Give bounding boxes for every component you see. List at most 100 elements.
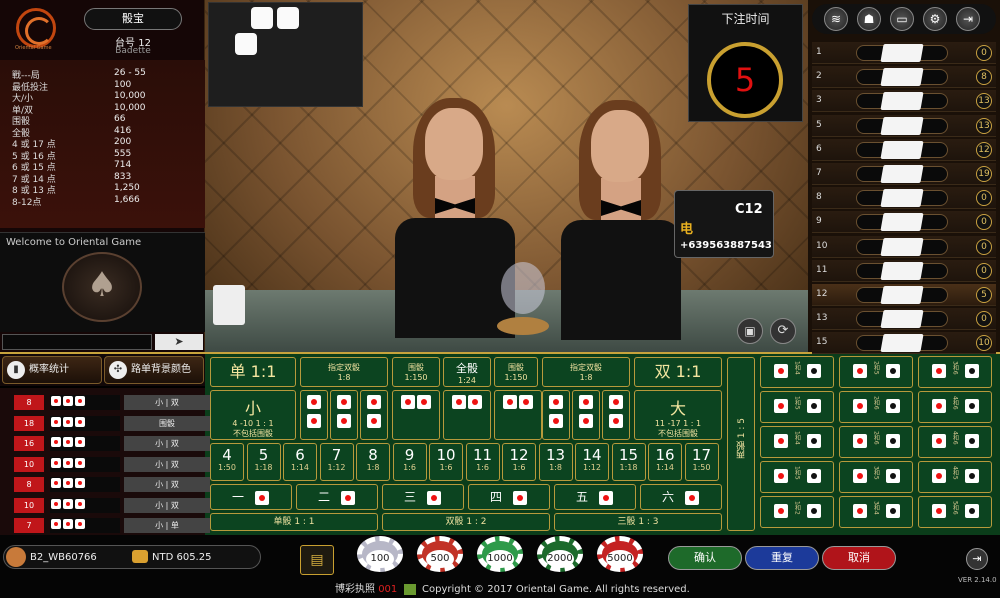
bet-sum-8[interactable]: 8 1:8 (356, 443, 390, 481)
bet-pair[interactable]: 1和4 (760, 356, 834, 388)
bet-dice-combo[interactable] (360, 390, 388, 440)
bet-sum-16[interactable]: 16 1:14 (648, 443, 682, 481)
chat-input[interactable] (2, 334, 152, 350)
palette-icon: ✣ (109, 361, 127, 379)
bg-color-button[interactable]: ✣ 路单背景颜色 (104, 356, 204, 384)
bet-dice-combo[interactable] (443, 390, 491, 440)
bet-single-die-5[interactable]: 五 (554, 484, 636, 510)
send-button[interactable]: ➤ (155, 334, 203, 350)
die-icon (852, 504, 867, 518)
bet-two-dice[interactable]: 两骰 1 : 5 (727, 357, 755, 531)
bet-pair[interactable]: 3和5 (839, 461, 913, 493)
exit-icon[interactable]: ⇥ (966, 548, 988, 570)
bet-pair[interactable]: 2和6 (839, 426, 913, 458)
bet-triple-right[interactable]: 围骰 1:150 (494, 357, 538, 387)
chip-500[interactable]: 500 (417, 536, 463, 572)
history-count: 0 (976, 45, 992, 61)
history-row[interactable]: 80 (812, 187, 996, 210)
history-row[interactable]: 3 13 (812, 90, 996, 113)
bet-dice-combo[interactable] (494, 390, 542, 440)
bet-single-die-3[interactable]: 三 (382, 484, 464, 510)
history-row[interactable]: 6 12 (812, 138, 996, 161)
bet-specific-double-left[interactable]: 指定双骰 1:8 (300, 357, 388, 387)
history-row[interactable]: 90 (812, 211, 996, 234)
sum-value: 4 (222, 446, 232, 464)
bet-single-die-odds[interactable]: 单骰 1 : 1 (210, 513, 378, 531)
chip-5000[interactable]: 5000 (597, 536, 643, 572)
camera-icon[interactable]: ▣ (737, 318, 763, 344)
bet-pair[interactable]: 1和5 (760, 391, 834, 423)
history-row[interactable]: 12 5 (812, 284, 996, 306)
bet-pair[interactable]: 2和6 (839, 391, 913, 423)
bet-double[interactable]: 双 1:1 (634, 357, 722, 387)
chip-stack-icon[interactable]: ▤ (300, 545, 334, 575)
bet-sum-17[interactable]: 17 1:50 (684, 443, 719, 481)
bet-triple-left[interactable]: 围骰 1:150 (392, 357, 440, 387)
bet-single-die-2[interactable]: 二 (296, 484, 378, 510)
history-row[interactable]: 7 19 (812, 163, 996, 185)
bet-pair[interactable]: 3和4 (839, 496, 913, 528)
confirm-button[interactable]: 确认 (668, 546, 742, 570)
bet-triple-die-odds[interactable]: 三骰 1 : 3 (554, 513, 722, 531)
bet-pair[interactable]: 2和5 (839, 356, 913, 388)
die-icon (51, 437, 61, 447)
bet-big[interactable]: 大 11 -17 1 : 1 不包括围骰 (634, 390, 722, 440)
bet-sum-13[interactable]: 13 1:8 (538, 443, 573, 481)
bet-single[interactable]: 单 1:1 (210, 357, 296, 387)
monitor-icon[interactable]: ▭ (890, 7, 914, 31)
prob-button[interactable]: ▮ 概率统计 (2, 356, 102, 384)
bet-pair[interactable]: 1和2 (760, 496, 834, 528)
bet-sum-6[interactable]: 6 1:14 (283, 443, 317, 481)
bet-sum-14[interactable]: 14 1:12 (575, 443, 609, 481)
game-title: 骰宝 (84, 8, 182, 30)
bet-double-die-odds[interactable]: 双骰 1 : 2 (382, 513, 550, 531)
bet-single-die-4[interactable]: 四 (468, 484, 550, 510)
bet-sum-10[interactable]: 10 1:6 (429, 443, 463, 481)
cancel-button[interactable]: 取消 (822, 546, 896, 570)
bet-pair[interactable]: 1和4 (760, 426, 834, 458)
bet-single-die-6[interactable]: 六 (640, 484, 722, 510)
bet-pair[interactable]: 3和6 (918, 356, 992, 388)
bet-pair[interactable]: 5和6 (918, 496, 992, 528)
gear-icon[interactable]: ⚙ (923, 7, 947, 31)
limit-row: 最低投注 100 (12, 80, 195, 93)
chip-2000[interactable]: 2000 (537, 536, 583, 572)
history-row[interactable]: 28 (812, 66, 996, 89)
bet-sum-5[interactable]: 5 1:18 (246, 443, 281, 481)
exit-icon[interactable]: ⇥ (956, 7, 980, 31)
wifi-icon[interactable]: ≋ (824, 7, 848, 31)
history-row[interactable]: 11 0 (812, 259, 996, 282)
bet-dice-combo[interactable] (392, 390, 440, 440)
bet-sum-15[interactable]: 15 1:18 (611, 443, 646, 481)
bet-dice-combo[interactable] (602, 390, 630, 440)
balance: NTD 605.25 (152, 552, 212, 563)
bet-pair[interactable]: 4和5 (918, 461, 992, 493)
bet-sum-12[interactable]: 12 1:6 (502, 443, 536, 481)
bet-specific-double-right[interactable]: 指定双骰 1:8 (542, 357, 630, 387)
refresh-icon[interactable]: ⟳ (770, 318, 796, 344)
history-row[interactable]: 15 10 (812, 332, 996, 355)
history-row[interactable]: 10 (812, 42, 996, 64)
history-row[interactable]: 13 0 (812, 308, 996, 331)
history-row[interactable]: 5 13 (812, 114, 996, 137)
bet-dice-combo[interactable] (542, 390, 570, 440)
bet-sum-7[interactable]: 7 1:12 (319, 443, 354, 481)
chip-100[interactable]: 100 (357, 536, 403, 572)
person-icon[interactable]: ☗ (857, 7, 881, 31)
chip-1000[interactable]: 1000 (477, 536, 523, 572)
history-row[interactable]: 10 0 (812, 235, 996, 258)
repeat-button[interactable]: 重复 (745, 546, 819, 570)
bet-sum-9[interactable]: 9 1:6 (392, 443, 427, 481)
bet-dice-combo[interactable] (300, 390, 328, 440)
bet-pair[interactable]: 4和6 (918, 391, 992, 423)
bet-dice-combo[interactable] (330, 390, 358, 440)
bet-sum-4[interactable]: 4 1:50 (210, 443, 244, 481)
bet-dice-combo[interactable] (572, 390, 600, 440)
bet-any-triple[interactable]: 全骰 1:24 (443, 357, 491, 387)
bet-small[interactable]: 小4 -10 1 : 1 不包括围骰 (210, 390, 296, 440)
bet-sum-11[interactable]: 11 1:6 (465, 443, 500, 481)
bet-odds: 1:8 (337, 373, 351, 382)
bet-pair[interactable]: 4和6 (918, 426, 992, 458)
bet-pair[interactable]: 1和5 (760, 461, 834, 493)
bet-single-die-1[interactable]: 一 (210, 484, 292, 510)
